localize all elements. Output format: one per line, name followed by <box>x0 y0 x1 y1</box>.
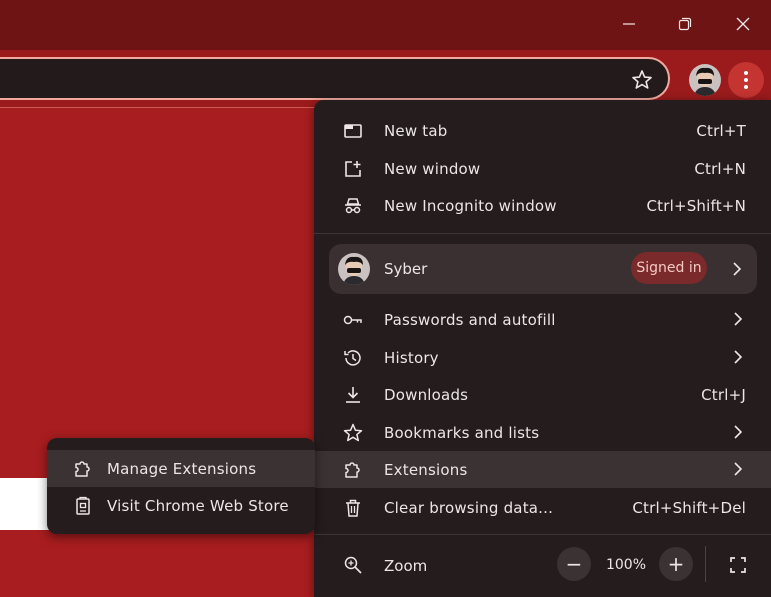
profile-row[interactable]: Syber Signed in <box>329 244 757 294</box>
chevron-right-icon <box>734 425 743 439</box>
zoom-in-button[interactable]: + <box>659 547 693 581</box>
chevron-right-icon <box>734 350 743 364</box>
zoom-icon <box>344 556 362 574</box>
menu-separator <box>314 534 771 535</box>
zoom-row: Zoom − 100% + <box>314 545 771 585</box>
menu-item-label: Passwords and autofill <box>384 311 556 329</box>
close-icon <box>736 17 750 31</box>
zoom-label: Zoom <box>384 557 428 575</box>
fullscreen-icon[interactable] <box>726 553 750 577</box>
puzzle-icon <box>345 462 360 478</box>
key-icon <box>343 315 362 325</box>
minimize-button[interactable] <box>601 0 657 48</box>
bookmark-star-button[interactable] <box>630 68 654 92</box>
chevron-right-icon <box>733 262 742 276</box>
zoom-divider <box>705 546 706 582</box>
signed-in-badge: Signed in <box>631 252 707 284</box>
menu-item-extensions[interactable]: Extensions <box>314 451 771 488</box>
close-window-button[interactable] <box>715 0 771 48</box>
menu-item-shortcut: Ctrl+Shift+Del <box>632 499 746 517</box>
submenu-item-web-store[interactable]: Visit Chrome Web Store <box>47 487 315 524</box>
download-icon <box>346 387 360 403</box>
menu-item-downloads[interactable]: Downloads Ctrl+J <box>314 376 771 413</box>
menu-item-new-window[interactable]: New window Ctrl+N <box>314 150 771 187</box>
menu-item-label: Downloads <box>384 386 469 404</box>
avatar <box>338 253 370 285</box>
menu-item-history[interactable]: History <box>314 339 771 376</box>
profile-name: Syber <box>384 260 428 278</box>
star-icon <box>632 70 652 89</box>
history-icon <box>344 350 361 366</box>
star-icon <box>343 423 363 442</box>
restore-icon <box>678 17 692 31</box>
chrome-menu: New tab Ctrl+T New window Ctrl+N New Inc… <box>314 100 771 597</box>
restore-button[interactable] <box>657 0 713 48</box>
avatar <box>689 64 721 96</box>
zoom-level: 100% <box>605 557 647 573</box>
menu-item-shortcut: Ctrl+N <box>694 160 746 178</box>
chevron-right-icon <box>734 312 743 326</box>
submenu-item-manage-extensions[interactable]: Manage Extensions <box>47 450 315 487</box>
profile-avatar-button[interactable] <box>689 64 721 96</box>
menu-item-new-tab[interactable]: New tab Ctrl+T <box>314 112 771 149</box>
incognito-icon <box>345 198 361 214</box>
menu-item-label: Clear browsing data... <box>384 499 554 517</box>
puzzle-icon <box>75 461 90 477</box>
address-bar[interactable] <box>0 57 670 100</box>
menu-item-label: New window <box>384 160 481 178</box>
menu-item-label: New tab <box>384 122 448 140</box>
extensions-submenu: Manage Extensions Visit Chrome Web Store <box>47 438 315 534</box>
chevron-right-icon <box>734 462 743 476</box>
web-store-icon <box>76 496 90 515</box>
menu-item-label: Bookmarks and lists <box>384 424 540 442</box>
menu-item-shortcut: Ctrl+T <box>696 122 746 140</box>
menu-item-passwords[interactable]: Passwords and autofill <box>314 301 771 338</box>
submenu-item-label: Visit Chrome Web Store <box>107 497 289 515</box>
trash-icon <box>346 499 360 517</box>
minimize-icon <box>623 23 635 25</box>
submenu-item-label: Manage Extensions <box>107 460 257 478</box>
chrome-menu-button[interactable] <box>728 62 764 98</box>
menu-item-clear-browsing-data[interactable]: Clear browsing data... Ctrl+Shift+Del <box>314 489 771 526</box>
new-tab-icon <box>344 124 362 138</box>
menu-item-label: Extensions <box>384 461 468 479</box>
menu-item-new-incognito[interactable]: New Incognito window Ctrl+Shift+N <box>314 187 771 224</box>
three-dots-vertical-icon <box>744 71 748 89</box>
zoom-out-button[interactable]: − <box>557 547 591 581</box>
menu-item-label: New Incognito window <box>384 197 557 215</box>
menu-item-label: History <box>384 349 439 367</box>
menu-separator <box>314 233 771 234</box>
menu-item-shortcut: Ctrl+J <box>701 386 746 404</box>
menu-item-shortcut: Ctrl+Shift+N <box>646 197 746 215</box>
menu-item-bookmarks[interactable]: Bookmarks and lists <box>314 414 771 451</box>
new-window-icon <box>345 161 361 177</box>
